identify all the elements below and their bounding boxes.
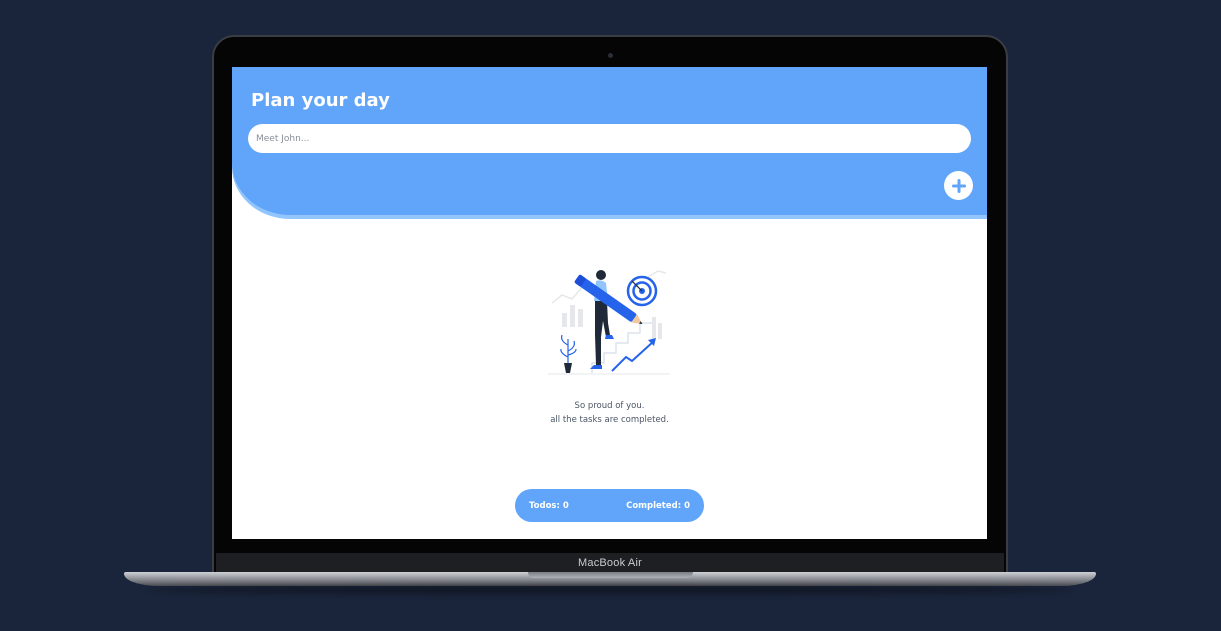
camera-icon: [608, 53, 613, 58]
empty-state-line1: So proud of you.: [574, 401, 645, 411]
stage: Plan your day Meet John... So proud of y…: [0, 0, 1221, 631]
app-screen: Plan your day Meet John... So proud of y…: [232, 67, 987, 539]
plus-icon: [951, 178, 966, 193]
laptop-base-notch: [528, 572, 693, 578]
laptop-chin: MacBook Air: [216, 553, 1004, 573]
page-title: Plan your day: [251, 90, 390, 111]
device-model-label: MacBook Air: [578, 557, 642, 569]
empty-state-line2: all the tasks are completed.: [550, 415, 669, 425]
completed-count: Completed: 0: [626, 500, 690, 511]
task-counter-pill: Todos: 0 Completed: 0: [515, 489, 704, 522]
task-input[interactable]: [248, 124, 971, 153]
goal-achievement-illustration: [548, 270, 670, 375]
add-task-button[interactable]: [944, 171, 973, 200]
app-header: Plan your day: [232, 67, 987, 215]
laptop-shadow: [150, 586, 1070, 594]
todos-count: Todos: 0: [529, 500, 569, 511]
